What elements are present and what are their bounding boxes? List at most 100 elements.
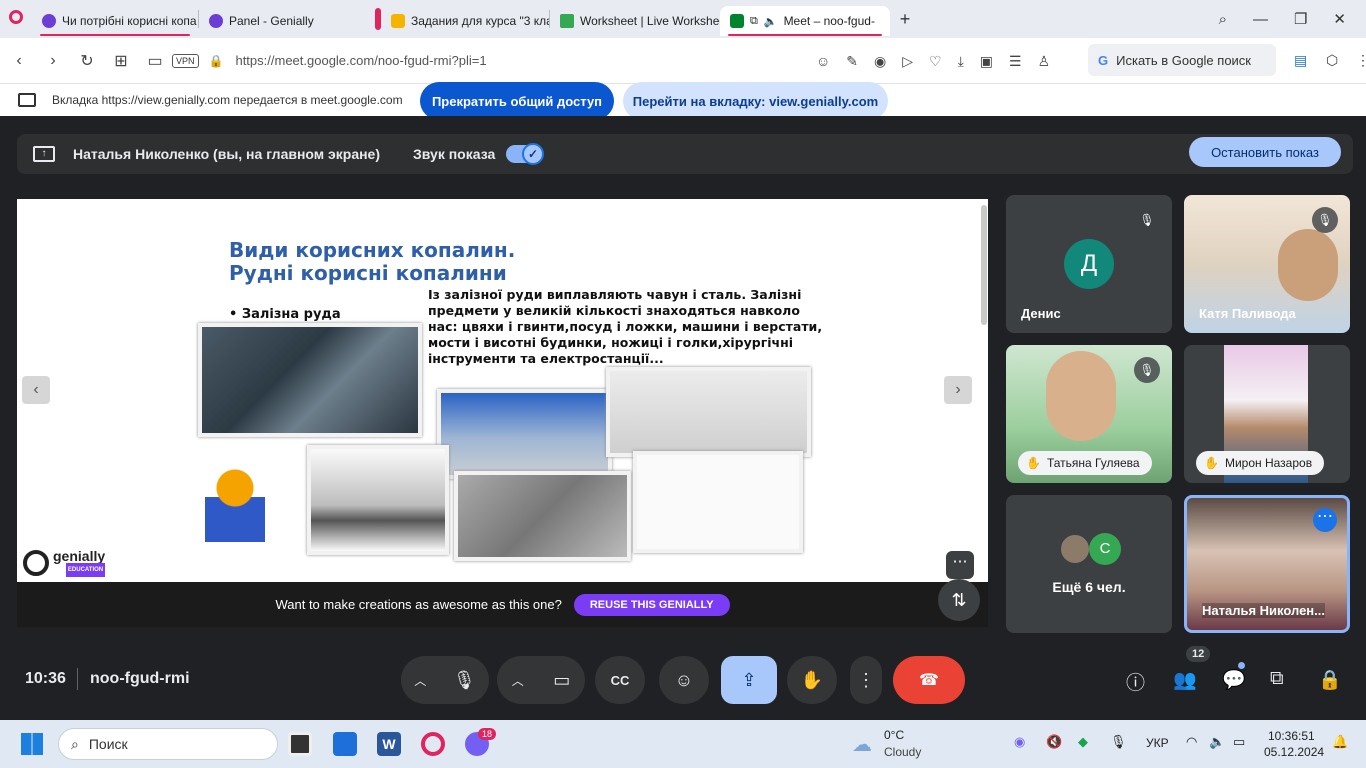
send-icon[interactable]: ▷ xyxy=(902,53,913,70)
stop-presenting-button[interactable]: Остановить показ xyxy=(1189,137,1341,167)
stage-scrollbar[interactable] xyxy=(981,205,987,325)
participant-tile-natalya[interactable]: ⋯ Наталья Николен... xyxy=(1184,495,1350,633)
genially-logo-icon xyxy=(23,550,49,576)
viber-tray-icon[interactable]: ◉ xyxy=(1014,734,1025,750)
participant-tile-others[interactable]: С Ещё 6 чел. xyxy=(1006,495,1172,633)
easy-setup-icon[interactable]: ☰ xyxy=(1009,53,1022,70)
clock-time[interactable]: 10:36:51 xyxy=(1268,729,1315,743)
search-tabs-icon[interactable]: ⌕ xyxy=(1219,11,1227,28)
host-controls-icon[interactable]: 🔒 xyxy=(1318,668,1342,692)
captions-icon[interactable]: CC xyxy=(595,656,645,704)
present-screen-icon[interactable]: ⇪ xyxy=(721,656,777,704)
google-search-box[interactable]: G Искать в Google поиск xyxy=(1088,44,1276,76)
menu-dots-icon[interactable]: ⋮ xyxy=(1356,52,1366,69)
sidebar-icon[interactable]: ▤ xyxy=(1294,52,1307,69)
emoji-reactions-icon[interactable]: ☺ xyxy=(659,656,709,704)
camera-options-icon[interactable]: ︿ xyxy=(512,672,524,689)
task-view-icon[interactable] xyxy=(288,732,312,756)
stop-sharing-button[interactable]: Прекратить общий доступ xyxy=(420,82,614,120)
tools-image xyxy=(606,367,811,457)
slide-text: Із залізної руди виплавляють чавун і ста… xyxy=(428,287,823,366)
new-tab-icon[interactable]: + xyxy=(890,9,920,30)
leave-call-icon[interactable]: ☎ xyxy=(893,656,965,704)
tab-genially-lesson[interactable]: Чи потрібні корисні копа xyxy=(32,6,198,36)
reuse-genially-button[interactable]: REUSE THIS GENIALLY xyxy=(573,593,730,616)
snapshot-icon[interactable]: ◉ xyxy=(874,53,886,70)
participant-tile-tatyana[interactable]: 🎙 ✋ Татьяна Гуляева xyxy=(1006,345,1172,483)
edit-icon[interactable]: ✎ xyxy=(846,53,858,70)
notifications-icon[interactable]: 🔔 xyxy=(1332,734,1348,750)
cube-icon[interactable]: ⬡ xyxy=(1326,52,1338,69)
heart-icon[interactable]: ♡ xyxy=(929,53,942,70)
store-icon[interactable] xyxy=(333,732,357,756)
back-icon[interactable]: ‹ xyxy=(2,52,36,70)
minimize-icon[interactable]: — xyxy=(1253,11,1268,28)
raise-hand-icon[interactable]: ✋ xyxy=(787,656,837,704)
opera-icon[interactable] xyxy=(421,732,445,756)
switch-tab-button[interactable]: Перейти на вкладку: view.genially.com xyxy=(623,82,888,120)
opera-logo-icon[interactable] xyxy=(0,9,32,29)
video-camera-icon[interactable]: ▭ xyxy=(553,670,570,691)
clock-date[interactable]: 05.12.2024 xyxy=(1264,745,1324,759)
emoji-icon[interactable]: ☺ xyxy=(816,53,830,69)
tab-course-tasks[interactable]: Задания для курса "3 кла xyxy=(381,6,549,36)
google-g-icon: G xyxy=(1098,52,1109,68)
slide-next-button[interactable]: › xyxy=(944,376,972,404)
defender-icon[interactable]: ◆ xyxy=(1078,734,1088,750)
stage-more-icon[interactable]: ⋯ xyxy=(946,551,974,579)
speed-dial-icon[interactable]: ⊞ xyxy=(104,51,138,71)
participant-tile-katya[interactable]: 🎙 Катя Паливода xyxy=(1184,195,1350,333)
mic-options-icon[interactable]: ︿ xyxy=(414,672,426,689)
meeting-info-icon[interactable]: ⓘ xyxy=(1126,668,1145,695)
participant-tile-miron[interactable]: ✋ Мирон Назаров xyxy=(1184,345,1350,483)
word-icon[interactable]: W xyxy=(377,732,401,756)
extension-icon[interactable]: ▣ xyxy=(980,53,993,70)
more-options-icon[interactable]: ⋮ xyxy=(850,656,882,704)
slide-prev-button[interactable]: ‹ xyxy=(22,376,50,404)
taskbar-search-placeholder: Поиск xyxy=(88,736,128,752)
chat-icon[interactable]: 💬 xyxy=(1222,668,1246,692)
avatar: Д xyxy=(1064,239,1114,289)
account-icon[interactable]: ♙ xyxy=(1038,53,1051,70)
vpn-badge[interactable]: VPN xyxy=(172,53,199,68)
speaker-tray-icon[interactable]: 🔈 xyxy=(1209,734,1225,750)
wifi-icon[interactable]: ◠ xyxy=(1186,734,1197,750)
people-icon[interactable]: 👥 xyxy=(1173,668,1197,692)
speaker-icon[interactable]: 🔈 xyxy=(764,15,778,28)
check-icon: ✓ xyxy=(522,143,544,165)
more-participants-label: Ещё 6 чел. xyxy=(1052,579,1126,595)
activities-icon[interactable]: ⧉ xyxy=(1270,668,1284,690)
tab-google-meet[interactable]: ⧉ 🔈 Meet – noo-fgud- xyxy=(720,6,890,36)
participant-tile-denis[interactable]: Д 🎙 Денис xyxy=(1006,195,1172,333)
maximize-icon[interactable]: ❐ xyxy=(1294,10,1307,28)
taskbar-search[interactable]: ⌕ Поиск xyxy=(58,728,278,760)
slide-bullet: • Залізна руда xyxy=(229,307,341,322)
safety-pins-image xyxy=(633,451,803,553)
cloud-icon: ☁ xyxy=(852,734,872,756)
camera-icon[interactable]: ▭ xyxy=(138,51,172,71)
tab-genially-panel[interactable]: Panel - Genially xyxy=(199,6,371,36)
volume-muted-icon[interactable]: 🔇 xyxy=(1046,734,1062,750)
mic-tray-icon[interactable]: 🎙 xyxy=(1110,734,1127,750)
battery-icon[interactable]: ▭ xyxy=(1233,734,1245,750)
language-indicator[interactable]: УКР xyxy=(1146,736,1169,750)
address-bar: ‹ › ↻ ⊞ ▭ VPN 🔒 https://meet.google.com/… xyxy=(0,38,1366,84)
swap-layout-icon[interactable]: ⇅ xyxy=(938,579,980,621)
tab-live-worksheets[interactable]: Worksheet | Live Workshee xyxy=(550,6,720,36)
participant-name: Катя Паливода xyxy=(1199,306,1296,321)
reload-icon[interactable]: ↻ xyxy=(70,51,104,71)
url-host: https://meet.google.com xyxy=(235,53,375,68)
close-icon[interactable]: ✕ xyxy=(1333,10,1346,28)
forward-icon[interactable]: › xyxy=(36,52,70,70)
share-sound-toggle[interactable]: ✓ xyxy=(506,143,544,165)
lock-icon[interactable]: 🔒 xyxy=(209,54,224,68)
windows-taskbar: ⌕ Поиск W 18 ☁ 0°C Cloudy ◉ 🔇 ◆ 🎙 УКР ◠ … xyxy=(0,720,1366,768)
download-icon[interactable]: ⤓ xyxy=(958,53,964,70)
microphone-icon[interactable]: 🎙 xyxy=(453,670,476,691)
windows-start-icon[interactable] xyxy=(21,733,43,755)
shared-screen[interactable]: Види корисних копалин. Рудні корисні коп… xyxy=(17,199,988,627)
slide-title: Види корисних копалин. Рудні корисні коп… xyxy=(229,239,515,285)
more-options-icon[interactable]: ⋯ xyxy=(1313,508,1337,532)
pip-icon[interactable]: ⧉ xyxy=(750,15,758,28)
url-field[interactable]: https://meet.google.com/noo-fgud-rmi?pli… xyxy=(235,53,486,68)
